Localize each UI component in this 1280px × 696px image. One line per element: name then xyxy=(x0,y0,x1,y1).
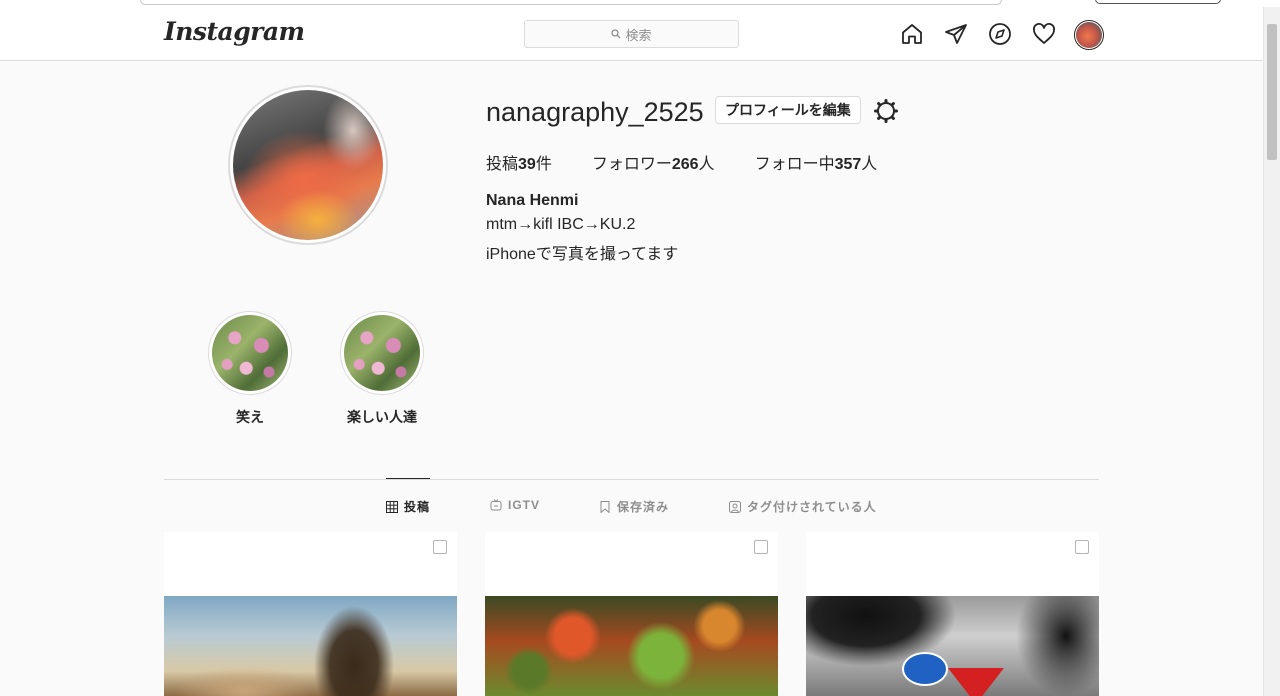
tab-label: 保存済み xyxy=(617,500,670,514)
search-placeholder: 検索 xyxy=(625,27,652,43)
following-stat[interactable]: フォロー中357人 xyxy=(755,150,878,174)
highlight-label[interactable]: 楽しい人達 xyxy=(322,407,442,427)
posts-stat: 投稿39件 xyxy=(486,156,552,173)
select-checkbox[interactable] xyxy=(754,540,768,554)
igtv-icon xyxy=(490,499,502,511)
profile-bio-line: iPhoneで写真を撮ってます xyxy=(486,246,679,263)
page-scrollbar[interactable] xyxy=(1263,7,1280,696)
profile-bio-line: mtm→kifl IBC→KU.2 xyxy=(486,216,636,233)
profile-avatar[interactable] xyxy=(228,85,388,245)
tab-igtv[interactable]: IGTV xyxy=(490,498,540,512)
profile-stats: 投稿39件 フォロワー266人 フォロー中357人 xyxy=(486,150,917,174)
tabs-divider xyxy=(164,479,1099,480)
grid-icon xyxy=(386,500,398,513)
active-tab-indicator xyxy=(386,478,430,479)
post-thumbnail[interactable] xyxy=(806,532,1099,696)
post-image xyxy=(485,596,778,696)
tab-label: IGTV xyxy=(508,498,541,512)
followers-stat[interactable]: フォロワー266人 xyxy=(592,150,715,174)
tab-label: タグ付けされている人 xyxy=(747,500,877,514)
highlight-cover xyxy=(344,315,420,391)
post-image xyxy=(806,596,1099,696)
gear-icon[interactable] xyxy=(873,98,899,124)
avatar-image xyxy=(1076,22,1102,48)
profile-username: nanagraphy_2525 xyxy=(486,97,704,127)
select-checkbox[interactable] xyxy=(1075,540,1089,554)
story-highlight[interactable] xyxy=(340,311,424,395)
search-icon xyxy=(611,29,621,39)
browser-button-edge[interactable] xyxy=(1095,0,1221,4)
direct-message-icon[interactable] xyxy=(943,21,969,47)
browser-address-bar-edge[interactable] xyxy=(140,0,1002,5)
nav-profile-avatar[interactable] xyxy=(1074,20,1104,50)
instagram-logo[interactable]: Instagram xyxy=(164,17,305,46)
tab-label: 投稿 xyxy=(404,500,431,514)
activity-heart-icon[interactable] xyxy=(1031,21,1057,47)
tagged-icon xyxy=(729,500,741,513)
tab-posts[interactable]: 投稿 xyxy=(386,498,430,515)
post-thumbnail[interactable] xyxy=(164,532,457,696)
tab-saved[interactable]: 保存済み xyxy=(599,498,669,515)
scrollbar-thumb[interactable] xyxy=(1267,24,1277,160)
stop-sign xyxy=(948,668,1004,696)
search-input[interactable]: 検索 xyxy=(524,20,739,48)
story-highlight[interactable] xyxy=(208,311,292,395)
post-image xyxy=(164,596,457,696)
tab-tagged[interactable]: タグ付けされている人 xyxy=(729,498,877,515)
explore-icon[interactable] xyxy=(987,21,1013,47)
select-checkbox[interactable] xyxy=(433,540,447,554)
edit-profile-button[interactable]: プロフィールを編集 xyxy=(715,96,861,124)
direction-sign xyxy=(902,652,948,686)
home-icon[interactable] xyxy=(899,21,925,47)
post-thumbnail[interactable] xyxy=(485,532,778,696)
profile-photo xyxy=(233,90,383,240)
profile-full-name: Nana Henmi xyxy=(486,192,579,209)
highlight-label[interactable]: 笑え xyxy=(190,407,310,427)
top-navigation-bar: Instagram 検索 xyxy=(0,7,1263,61)
highlight-cover xyxy=(212,315,288,391)
bookmark-icon xyxy=(599,500,611,513)
